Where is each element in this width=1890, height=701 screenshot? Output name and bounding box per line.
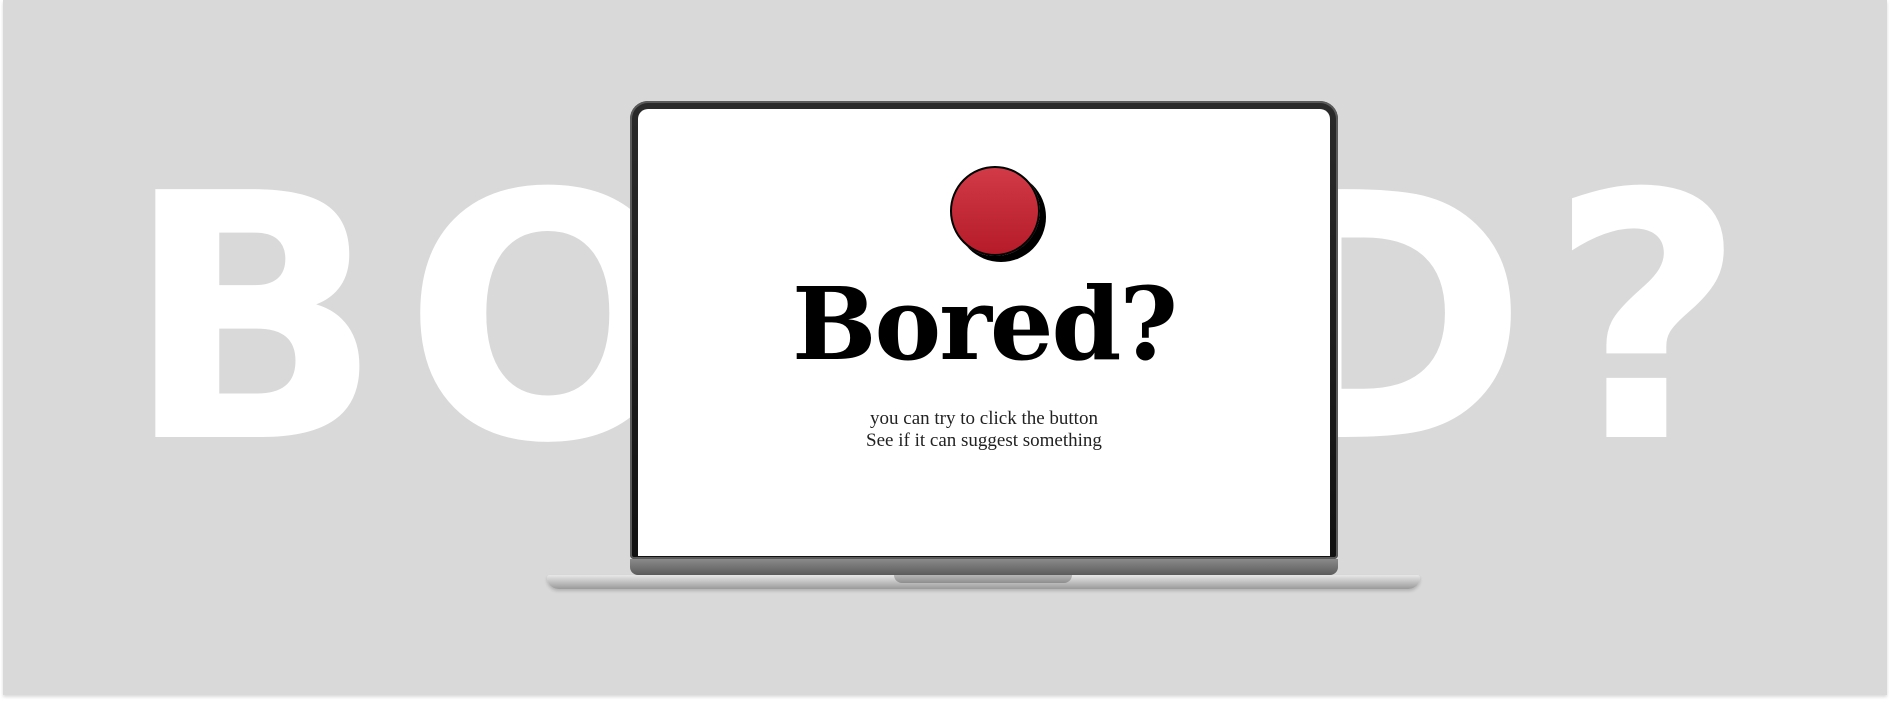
- page-background: BORED? Bored? you can try to click the b…: [3, 0, 1887, 695]
- subtitle-line-1: you can try to click the button: [870, 408, 1098, 429]
- laptop-screen: Bored? you can try to click the button S…: [638, 109, 1330, 556]
- laptop-notch: [894, 575, 1072, 583]
- suggest-button[interactable]: [950, 166, 1040, 256]
- subtitle-line-2: See if it can suggest something: [866, 430, 1102, 451]
- laptop-hinge: [630, 559, 1338, 575]
- laptop-lid: Bored? you can try to click the button S…: [630, 101, 1338, 559]
- page-title: Bored?: [791, 265, 1178, 383]
